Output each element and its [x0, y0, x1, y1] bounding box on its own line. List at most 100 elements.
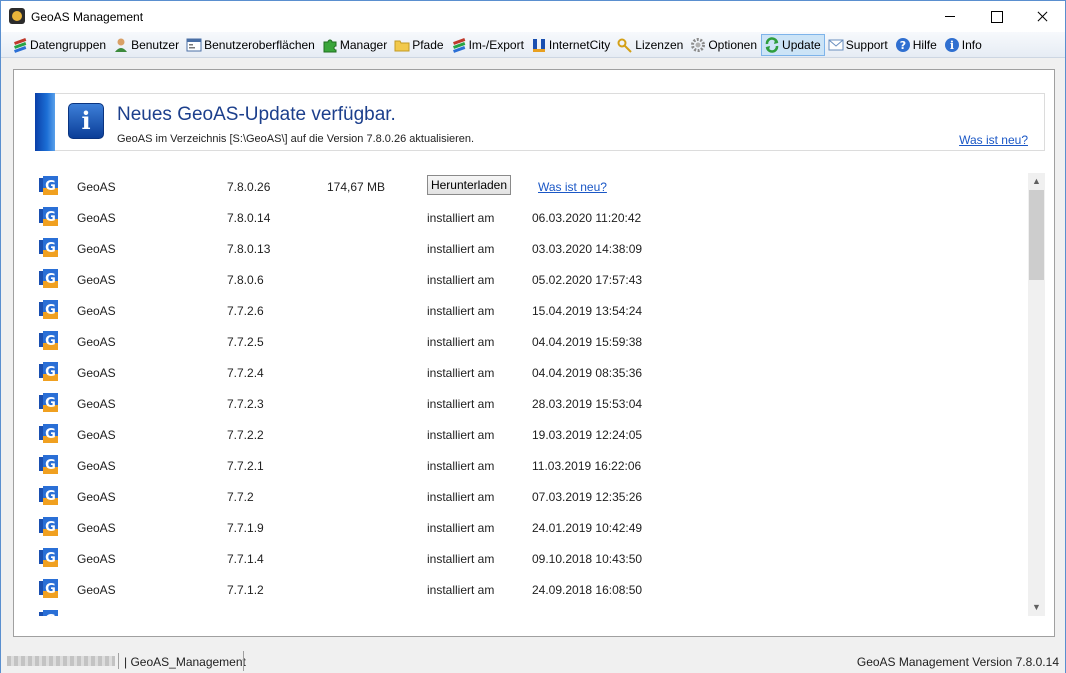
- svg-text:G: G: [45, 458, 56, 473]
- install-date: 24.01.2019 10:42:49: [532, 521, 643, 535]
- geoas-product-icon: G: [39, 176, 58, 195]
- version-row: G GeoAS 7.7.2.4 installiert am 04.04.2019 08…: [37, 359, 1022, 390]
- install-status: installiert am: [427, 490, 495, 504]
- version-number: 7.7.2.6: [227, 304, 264, 318]
- toolbar-item-benutzeroberflächen[interactable]: Benutzeroberflächen: [183, 34, 319, 56]
- version-number: 7.7.1.9: [227, 521, 264, 535]
- scroll-up-icon[interactable]: ▲: [1028, 173, 1045, 190]
- key-icon: [617, 37, 633, 53]
- version-row: G GeoAS 7.8.0.13 installiert am 03.03.2020 1…: [37, 235, 1022, 266]
- banner-title: Neues GeoAS-Update verfügbar.: [117, 104, 396, 125]
- install-date: 04.04.2019 15:59:38: [532, 335, 643, 349]
- version-number: 7.7.2.2: [227, 428, 264, 442]
- geoas-product-icon: G: [39, 362, 58, 381]
- version-number: 7.8.0.14: [227, 211, 271, 225]
- import-export-icon: [451, 37, 467, 53]
- toolbar-item-optionen[interactable]: Optionen: [687, 34, 761, 56]
- toolbar-item-label: Optionen: [708, 37, 758, 52]
- update-banner: i Neues GeoAS-Update verfügbar. GeoAS im…: [35, 93, 1045, 151]
- minimize-button[interactable]: [927, 1, 973, 32]
- scroll-down-icon[interactable]: ▼: [1028, 599, 1045, 616]
- toolbar-item-label: InternetCity: [548, 37, 611, 52]
- geoas-product-icon: G: [39, 424, 58, 443]
- svg-text:G: G: [45, 613, 56, 616]
- version-number: 7.7.2.3: [227, 397, 264, 411]
- version-row: G GeoAS 7.7.2.3 installiert am 28.03.2019 15…: [37, 390, 1022, 421]
- geoas-product-icon: G: [39, 455, 58, 474]
- version-row-partial: G: [37, 607, 1022, 616]
- svg-text:G: G: [45, 272, 56, 287]
- internetcity-icon: [531, 37, 547, 53]
- install-status: installiert am: [427, 366, 495, 380]
- status-app-name: | GeoAS_Management: [124, 655, 246, 669]
- envelope-icon: [828, 37, 844, 53]
- product-name: GeoAS: [77, 459, 116, 473]
- toolbar-item-support[interactable]: Support: [825, 34, 892, 56]
- toolbar-item-update[interactable]: Update: [761, 33, 825, 56]
- toolbar-item-datengruppen[interactable]: Datengruppen: [9, 34, 110, 56]
- svg-text:G: G: [45, 427, 56, 442]
- toolbar-item-lizenzen[interactable]: Lizenzen: [614, 34, 687, 56]
- install-date: 04.04.2019 08:35:36: [532, 366, 643, 380]
- update-icon: [764, 36, 780, 53]
- product-name: GeoAS: [77, 366, 116, 380]
- toolbar-item-pfade[interactable]: Pfade: [391, 34, 447, 56]
- toolbar-item-label: Hilfe: [912, 37, 937, 52]
- geoas-product-icon: G: [39, 269, 58, 288]
- geoas-product-icon: G: [39, 300, 58, 319]
- download-button[interactable]: Herunterladen: [427, 175, 511, 195]
- toolbar-item-label: Datengruppen: [30, 37, 107, 52]
- svg-text:G: G: [45, 210, 56, 225]
- geoas-product-icon: G: [39, 517, 58, 536]
- whats-new-link[interactable]: Was ist neu?: [959, 133, 1028, 147]
- version-number: 7.8.0.26: [227, 180, 271, 194]
- install-status: installiert am: [427, 273, 495, 287]
- svg-text:G: G: [45, 241, 56, 256]
- install-status: installiert am: [427, 521, 495, 535]
- status-version: GeoAS Management Version 7.8.0.14: [856, 655, 1059, 669]
- product-name: GeoAS: [77, 521, 116, 535]
- install-date: 19.03.2019 12:24:05: [532, 428, 643, 442]
- app-icon: [9, 8, 25, 24]
- help-icon: ?: [895, 37, 911, 53]
- install-date: 09.10.2018 10:43:50: [532, 552, 643, 566]
- install-status: installiert am: [427, 211, 495, 225]
- close-button[interactable]: [1019, 1, 1065, 32]
- ui-form-icon: [186, 37, 202, 53]
- info-icon: i: [944, 37, 960, 53]
- download-size: 174,67 MB: [327, 180, 386, 194]
- geoas-product-icon: G: [39, 610, 58, 616]
- version-row: G GeoAS 7.7.2.6 installiert am 15.04.2019 13…: [37, 297, 1022, 328]
- blurred-server-name: [7, 656, 115, 666]
- toolbar-item-im-export[interactable]: Im-/Export: [448, 34, 528, 56]
- install-date: 28.03.2019 15:53:04: [532, 397, 643, 411]
- version-row: G GeoAS 7.7.1.9 installiert am 24.01.2019 10…: [37, 514, 1022, 545]
- toolbar-item-hilfe[interactable]: ? Hilfe: [892, 34, 941, 56]
- toolbar-item-label: Benutzeroberflächen: [204, 37, 315, 52]
- version-row: G GeoAS 7.8.0.14 installiert am 06.03.2020 1…: [37, 204, 1022, 235]
- version-row: G GeoAS 7.7.2 installiert am 07.03.2019 12:3…: [37, 483, 1022, 514]
- version-number: 7.7.2.4: [227, 366, 264, 380]
- version-row: G GeoAS 7.7.1.2 installiert am 24.09.2018 16…: [37, 576, 1022, 607]
- whats-new-row-link[interactable]: Was ist neu?: [538, 180, 607, 194]
- scroll-thumb[interactable]: [1029, 190, 1044, 280]
- maximize-button[interactable]: [973, 1, 1019, 32]
- toolbar-item-manager[interactable]: Manager: [319, 34, 391, 56]
- svg-text:G: G: [45, 489, 56, 504]
- update-panel: i Neues GeoAS-Update verfügbar. GeoAS im…: [13, 69, 1055, 637]
- version-number: 7.8.0.6: [227, 273, 264, 287]
- status-separator: [243, 651, 244, 671]
- geoas-product-icon: G: [39, 393, 58, 412]
- product-name: GeoAS: [77, 180, 116, 194]
- vertical-scrollbar[interactable]: ▲ ▼: [1028, 173, 1045, 616]
- version-number: 7.7.2: [227, 490, 254, 504]
- toolbar-item-internetcity[interactable]: InternetCity: [528, 34, 614, 56]
- toolbar-item-label: Im-/Export: [468, 37, 524, 52]
- toolbar-item-benutzer[interactable]: Benutzer: [110, 34, 183, 56]
- toolbar-item-info[interactable]: i Info: [941, 34, 986, 56]
- product-name: GeoAS: [77, 335, 116, 349]
- svg-text:G: G: [45, 520, 56, 535]
- install-status: installiert am: [427, 242, 495, 256]
- version-number: 7.7.1.2: [227, 583, 264, 597]
- geoas-product-icon: G: [39, 486, 58, 505]
